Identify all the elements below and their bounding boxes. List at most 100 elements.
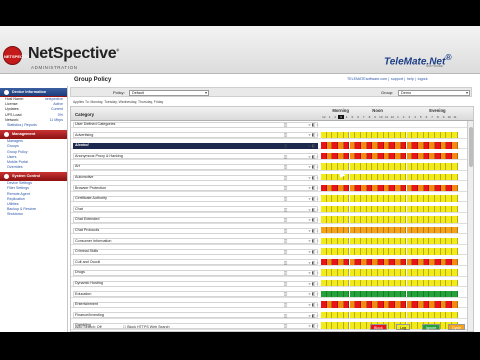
clock-icon[interactable]: ◌ (315, 154, 320, 159)
legend-ignore[interactable]: Ignore (422, 323, 441, 330)
category-name[interactable]: Advertising (75, 132, 93, 139)
hour-cell[interactable] (452, 227, 458, 234)
category-row[interactable]: Automotive ◫ ▿ ◧ ◌ (71, 174, 473, 182)
category-row[interactable]: Criminal Skills ◫ ▿ ◧ ◌ (71, 248, 473, 256)
hour-cell[interactable] (452, 216, 458, 223)
hour-cell[interactable] (452, 174, 458, 181)
hour-cell[interactable] (452, 131, 458, 138)
hour-cell[interactable] (452, 248, 458, 255)
info-icon[interactable]: ◫ (283, 164, 288, 169)
legend-log[interactable]: Log (396, 323, 410, 330)
category-name[interactable]: Dynamic Hosting (75, 280, 103, 287)
link-statistics[interactable]: Statistics (7, 123, 21, 127)
hour-cell[interactable] (452, 163, 458, 170)
grid-scrollbar[interactable] (467, 121, 473, 331)
category-name[interactable]: Education (75, 291, 91, 298)
category-name[interactable]: Anonymous Proxy & Hacking (75, 153, 123, 160)
hour-cell[interactable] (452, 142, 458, 149)
clock-icon[interactable]: ◌ (315, 260, 320, 265)
info-icon[interactable]: ◫ (283, 260, 288, 265)
category-name[interactable]: Consumer Information (75, 238, 111, 245)
info-icon[interactable]: ◫ (283, 207, 288, 212)
clock-icon[interactable]: ◌ (315, 238, 320, 243)
category-name[interactable]: Chat (75, 206, 83, 213)
clock-icon[interactable]: ◌ (315, 291, 320, 296)
legend-cycle[interactable]: Cycle (448, 323, 465, 330)
info-icon[interactable]: ◫ (283, 228, 288, 233)
category-name[interactable]: Cult and Occult (75, 259, 100, 266)
info-icon[interactable]: ◫ (283, 143, 288, 148)
hour-header[interactable]: 11 (452, 115, 458, 119)
category-row[interactable]: Anonymous Proxy & Hacking ◫ ▿ ◧ ◌ (71, 152, 473, 161)
hour-cell[interactable] (452, 258, 458, 266)
auto-search-toggle[interactable]: Auto Search: Off (72, 324, 105, 330)
hour-cell[interactable] (452, 237, 458, 244)
clock-icon[interactable]: ◌ (315, 249, 320, 254)
clock-icon[interactable]: ◌ (315, 185, 320, 190)
category-name[interactable]: Art (75, 163, 80, 170)
category-name[interactable]: Drugs (75, 269, 85, 276)
category-name[interactable]: Chat Protocols (75, 227, 99, 234)
category-row[interactable]: Art ◫ ▿ ◧ ◌ (71, 163, 473, 171)
link-reports[interactable]: | Reports (21, 123, 37, 127)
info-icon[interactable]: ◫ (283, 281, 288, 286)
category-name[interactable]: Criminal Skills (75, 248, 98, 255)
category-name[interactable]: Browser Protection (75, 185, 106, 192)
category-row[interactable]: Alcohol ◫ ▿ ◧ ◌ (71, 142, 473, 150)
hour-cell[interactable] (452, 311, 458, 319)
clock-icon[interactable]: ◌ (315, 217, 320, 222)
hour-cell[interactable] (452, 195, 458, 202)
clock-icon[interactable]: ◌ (315, 313, 320, 318)
info-icon[interactable]: ◫ (283, 270, 288, 275)
category-row[interactable]: Dynamic Hosting ◫ ▿ ◧ ◌ (71, 280, 473, 288)
info-value[interactable]: 11 Mbps (49, 118, 63, 123)
policy-select[interactable]: Default (129, 89, 209, 96)
hour-cell[interactable] (452, 205, 458, 213)
sidebar-item-shutdown[interactable]: Shutdown (0, 212, 67, 217)
category-name[interactable]: Alcohol (75, 142, 89, 149)
category-row[interactable]: Certificate Authority ◫ ▿ ◧ ◌ (71, 195, 473, 203)
category-name[interactable]: Finance/Investing (75, 312, 104, 319)
info-icon[interactable]: ◫ (283, 175, 288, 180)
category-row[interactable]: Consumer Information ◫ ▿ ◧ ◌ (71, 237, 473, 245)
category-row[interactable]: Education ◫ ▿ ◧ ◌ (71, 290, 473, 298)
info-icon[interactable]: ◫ (283, 238, 288, 243)
category-row[interactable]: Browser Protection ◫ ▿ ◧ ◌ (71, 184, 473, 192)
info-icon[interactable]: ◫ (283, 302, 288, 307)
clock-icon[interactable]: ◌ (315, 132, 320, 137)
info-icon[interactable]: ◫ (283, 132, 288, 137)
hour-cell[interactable] (452, 290, 458, 297)
hour-cell[interactable] (452, 301, 458, 308)
info-icon[interactable]: ◫ (283, 217, 288, 222)
sidebar-item-overrides[interactable]: Overrides (0, 165, 67, 170)
hour-cell[interactable] (452, 269, 458, 276)
clock-icon[interactable]: ◌ (315, 302, 320, 307)
category-row[interactable]: Chat ◫ ▿ ◧ ◌ (71, 205, 473, 214)
block-https-checkbox[interactable]: ☐ Block HTTPS Web Search (120, 324, 173, 330)
clock-icon[interactable]: ◌ (315, 228, 320, 233)
clock-icon[interactable]: ◌ (315, 270, 320, 275)
info-icon[interactable]: ◫ (283, 185, 288, 190)
hour-cell[interactable] (452, 184, 458, 191)
scrollbar-thumb[interactable] (469, 127, 473, 167)
group-select[interactable]: Demo (398, 89, 470, 96)
category-name[interactable]: Automotive (75, 174, 93, 181)
category-name[interactable]: Entertainment (75, 301, 98, 308)
clock-icon[interactable]: ◌ (315, 164, 320, 169)
category-row[interactable]: Entertainment ◫ ▿ ◧ ◌ (71, 301, 473, 309)
clock-icon[interactable]: ◌ (315, 281, 320, 286)
info-icon[interactable]: ◫ (283, 249, 288, 254)
clock-icon[interactable]: ◌ (315, 143, 320, 148)
category-row[interactable]: Drugs ◫ ▿ ◧ ◌ (71, 269, 473, 277)
info-icon[interactable]: ◫ (283, 313, 288, 318)
hour-cell[interactable] (452, 152, 458, 160)
category-row[interactable]: Cult and Occult ◫ ▿ ◧ ◌ (71, 258, 473, 267)
info-icon[interactable]: ◫ (283, 291, 288, 296)
category-row[interactable]: Chat Protocols ◫ ▿ ◧ ◌ (71, 227, 473, 235)
category-name[interactable]: Certificate Authority (75, 195, 107, 202)
info-icon[interactable]: ◫ (283, 196, 288, 201)
info-icon[interactable]: ◫ (283, 122, 288, 127)
clock-icon[interactable]: ◌ (315, 207, 320, 212)
category-name[interactable]: Chat Extended (75, 216, 99, 223)
category-row[interactable]: Chat Extended ◫ ▿ ◧ ◌ (71, 216, 473, 224)
